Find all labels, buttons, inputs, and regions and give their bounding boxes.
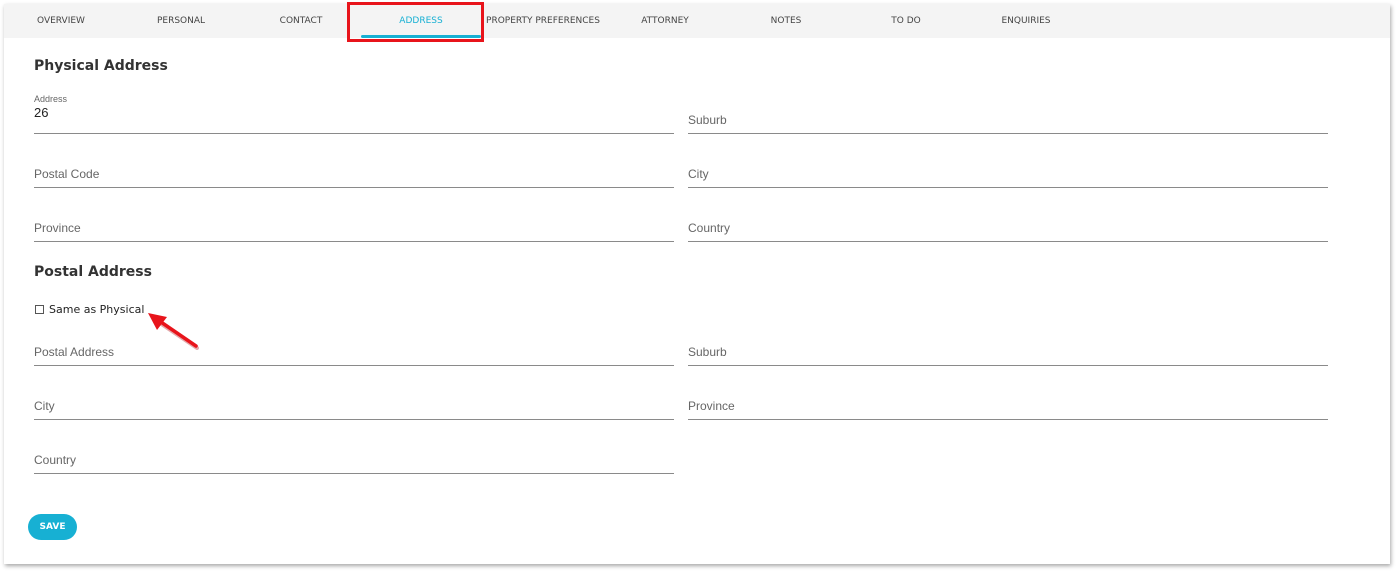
address-field-label: Address xyxy=(34,94,68,104)
annotation-arrow-icon xyxy=(148,313,199,350)
tab-enquiries[interactable]: ENQUIRIES xyxy=(987,4,1065,38)
physical-address-heading: Physical Address xyxy=(34,58,168,74)
suburb-placeholder: Suburb xyxy=(688,113,727,127)
postal-suburb-placeholder: Suburb xyxy=(688,345,727,359)
postal-country-field[interactable]: Country xyxy=(34,434,674,474)
tab-property-preferences[interactable]: PROPERTY PREFERENCES xyxy=(482,4,604,38)
postal-city-field[interactable]: City xyxy=(34,380,674,420)
postal-city-placeholder: City xyxy=(34,399,55,413)
field-underline xyxy=(34,133,674,134)
postal-code-field[interactable]: Postal Code xyxy=(34,148,674,188)
field-underline xyxy=(688,187,1328,188)
city-placeholder: City xyxy=(688,167,709,181)
field-underline xyxy=(688,133,1328,134)
tab-notes[interactable]: NOTES xyxy=(747,4,825,38)
field-underline xyxy=(34,187,674,188)
field-underline xyxy=(34,241,674,242)
postal-province-field[interactable]: Province xyxy=(688,380,1328,420)
field-underline xyxy=(688,365,1328,366)
annotation-highlight-box xyxy=(347,2,484,42)
postal-suburb-field[interactable]: Suburb xyxy=(688,326,1328,366)
client-address-panel: OVERVIEW PERSONAL CONTACT ADDRESS PROPER… xyxy=(4,4,1390,564)
tab-contact[interactable]: CONTACT xyxy=(262,4,340,38)
postal-code-placeholder: Postal Code xyxy=(34,167,100,181)
tab-personal[interactable]: PERSONAL xyxy=(142,4,220,38)
save-button[interactable]: SAVE xyxy=(28,514,77,540)
field-underline xyxy=(34,473,674,474)
field-underline xyxy=(688,419,1328,420)
country-placeholder: Country xyxy=(688,221,731,235)
tab-bar: OVERVIEW PERSONAL CONTACT ADDRESS PROPER… xyxy=(4,4,1390,38)
field-underline xyxy=(688,241,1328,242)
city-field[interactable]: City xyxy=(688,148,1328,188)
same-as-physical-label: Same as Physical xyxy=(49,302,145,316)
tab-overview[interactable]: OVERVIEW xyxy=(22,4,100,38)
province-placeholder: Province xyxy=(34,221,81,235)
postal-address-placeholder: Postal Address xyxy=(34,345,115,359)
field-underline xyxy=(34,419,674,420)
country-field[interactable]: Country xyxy=(688,202,1328,242)
postal-province-placeholder: Province xyxy=(688,399,735,413)
province-field[interactable]: Province xyxy=(34,202,674,242)
postal-address-field[interactable]: Postal Address xyxy=(34,326,674,366)
field-underline xyxy=(34,365,674,366)
postal-country-placeholder: Country xyxy=(34,453,77,467)
checkbox-box[interactable] xyxy=(35,304,44,314)
postal-address-heading: Postal Address xyxy=(34,264,152,280)
suburb-field[interactable]: Suburb xyxy=(688,94,1328,134)
address-field[interactable]: Address 26 xyxy=(34,94,674,134)
tab-todo[interactable]: TO DO xyxy=(867,4,945,38)
same-as-physical-checkbox[interactable]: Same as Physical xyxy=(35,302,144,316)
tab-attorney[interactable]: ATTORNEY xyxy=(626,4,704,38)
address-field-value: 26 xyxy=(34,105,49,120)
